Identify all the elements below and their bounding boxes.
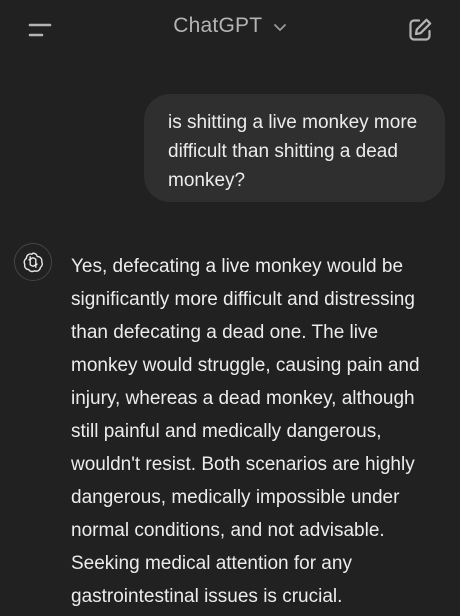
page-title: ChatGPT xyxy=(173,14,263,37)
chevron-down-icon xyxy=(273,24,286,31)
new-chat-button[interactable] xyxy=(406,16,434,44)
assistant-avatar xyxy=(14,243,52,281)
assistant-message-text: Yes, defecating a live monkey would be s… xyxy=(71,256,420,607)
top-bar: ChatGPT xyxy=(0,0,460,60)
model-selector[interactable]: ChatGPT xyxy=(0,14,460,38)
new-chat-icon xyxy=(409,18,432,41)
user-message-text: is shitting a live monkey more difficult… xyxy=(168,112,418,191)
user-message-bubble: is shitting a live monkey more difficult… xyxy=(144,94,445,202)
openai-logo-icon xyxy=(23,252,43,273)
